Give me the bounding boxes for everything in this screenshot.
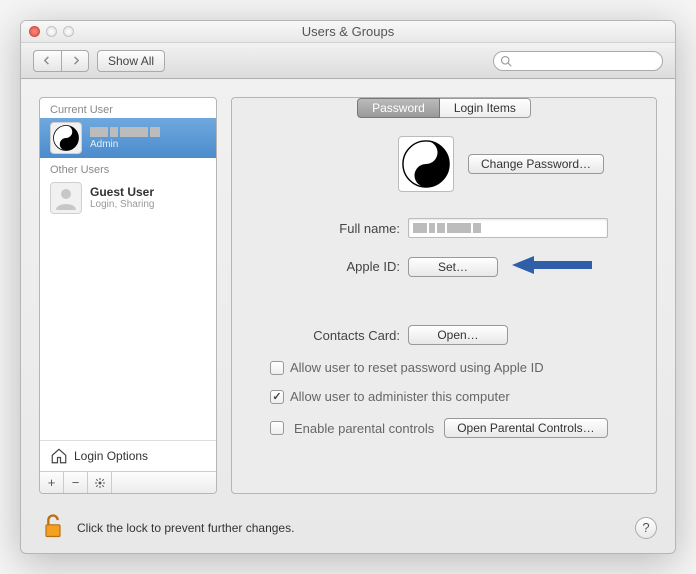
search-input[interactable] <box>512 54 656 68</box>
lock-button[interactable] <box>39 512 67 543</box>
search-icon <box>500 55 512 67</box>
users-groups-window: Users & Groups Show All Current User <box>20 20 676 554</box>
tab-login-items[interactable]: Login Items <box>440 98 531 118</box>
footer: Click the lock to prevent further change… <box>21 512 675 553</box>
toolbar: Show All <box>21 43 675 79</box>
allow-reset-checkbox[interactable] <box>270 361 284 375</box>
allow-admin-label: Allow user to administer this computer <box>290 389 510 404</box>
help-icon: ? <box>642 520 649 535</box>
gear-icon <box>94 477 106 489</box>
guest-user-role: Login, Sharing <box>90 199 155 211</box>
sidebar-footer: + − <box>40 471 216 493</box>
arrow-left-icon <box>512 254 592 276</box>
lock-open-icon <box>39 512 67 540</box>
tabset: Password Login Items <box>357 98 531 118</box>
parental-controls-checkbox[interactable] <box>270 421 284 435</box>
yinyang-icon <box>402 140 450 188</box>
chevron-right-icon <box>71 56 80 65</box>
back-button[interactable] <box>33 50 61 72</box>
full-name-label: Full name: <box>250 221 400 236</box>
chevron-left-icon <box>43 56 52 65</box>
zoom-icon[interactable] <box>63 26 74 37</box>
house-icon <box>50 447 68 465</box>
show-all-button[interactable]: Show All <box>97 50 165 72</box>
current-user-name <box>90 125 160 139</box>
window-title: Users & Groups <box>21 24 675 39</box>
open-parental-controls-button[interactable]: Open Parental Controls… <box>444 418 607 438</box>
yinyang-icon <box>50 122 82 154</box>
guest-user-name: Guest User <box>90 185 155 199</box>
open-contacts-button[interactable]: Open… <box>408 325 508 345</box>
allow-reset-label: Allow user to reset password using Apple… <box>290 360 544 375</box>
remove-user-button[interactable]: − <box>64 472 88 493</box>
current-user-role: Admin <box>90 139 160 151</box>
minimize-icon[interactable] <box>46 26 57 37</box>
login-options-row[interactable]: Login Options <box>40 440 216 471</box>
user-avatar-large[interactable] <box>398 136 454 192</box>
current-user-header: Current User <box>40 98 216 118</box>
apple-id-label: Apple ID: <box>250 259 400 274</box>
allow-admin-checkbox[interactable] <box>270 390 284 404</box>
close-icon[interactable] <box>29 26 40 37</box>
search-field[interactable] <box>493 51 663 71</box>
guest-user-row[interactable]: Guest User Login, Sharing <box>40 178 216 218</box>
parental-controls-label: Enable parental controls <box>294 421 434 436</box>
action-menu-button[interactable] <box>88 472 112 493</box>
titlebar: Users & Groups <box>21 21 675 43</box>
contacts-card-label: Contacts Card: <box>250 328 400 343</box>
users-sidebar: Current User Admin Other <box>39 97 217 494</box>
full-name-field[interactable] <box>408 218 608 238</box>
other-users-header: Other Users <box>40 158 216 178</box>
traffic-lights <box>29 26 74 37</box>
current-user-row[interactable]: Admin <box>40 118 216 158</box>
forward-button[interactable] <box>61 50 89 72</box>
login-options-label: Login Options <box>74 449 148 463</box>
lock-text: Click the lock to prevent further change… <box>77 521 294 535</box>
arrow-annotation <box>512 254 592 279</box>
help-button[interactable]: ? <box>635 517 657 539</box>
set-apple-id-button[interactable]: Set… <box>408 257 498 277</box>
add-user-button[interactable]: + <box>40 472 64 493</box>
main-panel: Password Login Items Change Password… Fu… <box>231 97 657 494</box>
content-area: Current User Admin Other <box>21 79 675 512</box>
tab-password[interactable]: Password <box>357 98 440 118</box>
guest-avatar-icon <box>50 182 82 214</box>
change-password-button[interactable]: Change Password… <box>468 154 604 174</box>
